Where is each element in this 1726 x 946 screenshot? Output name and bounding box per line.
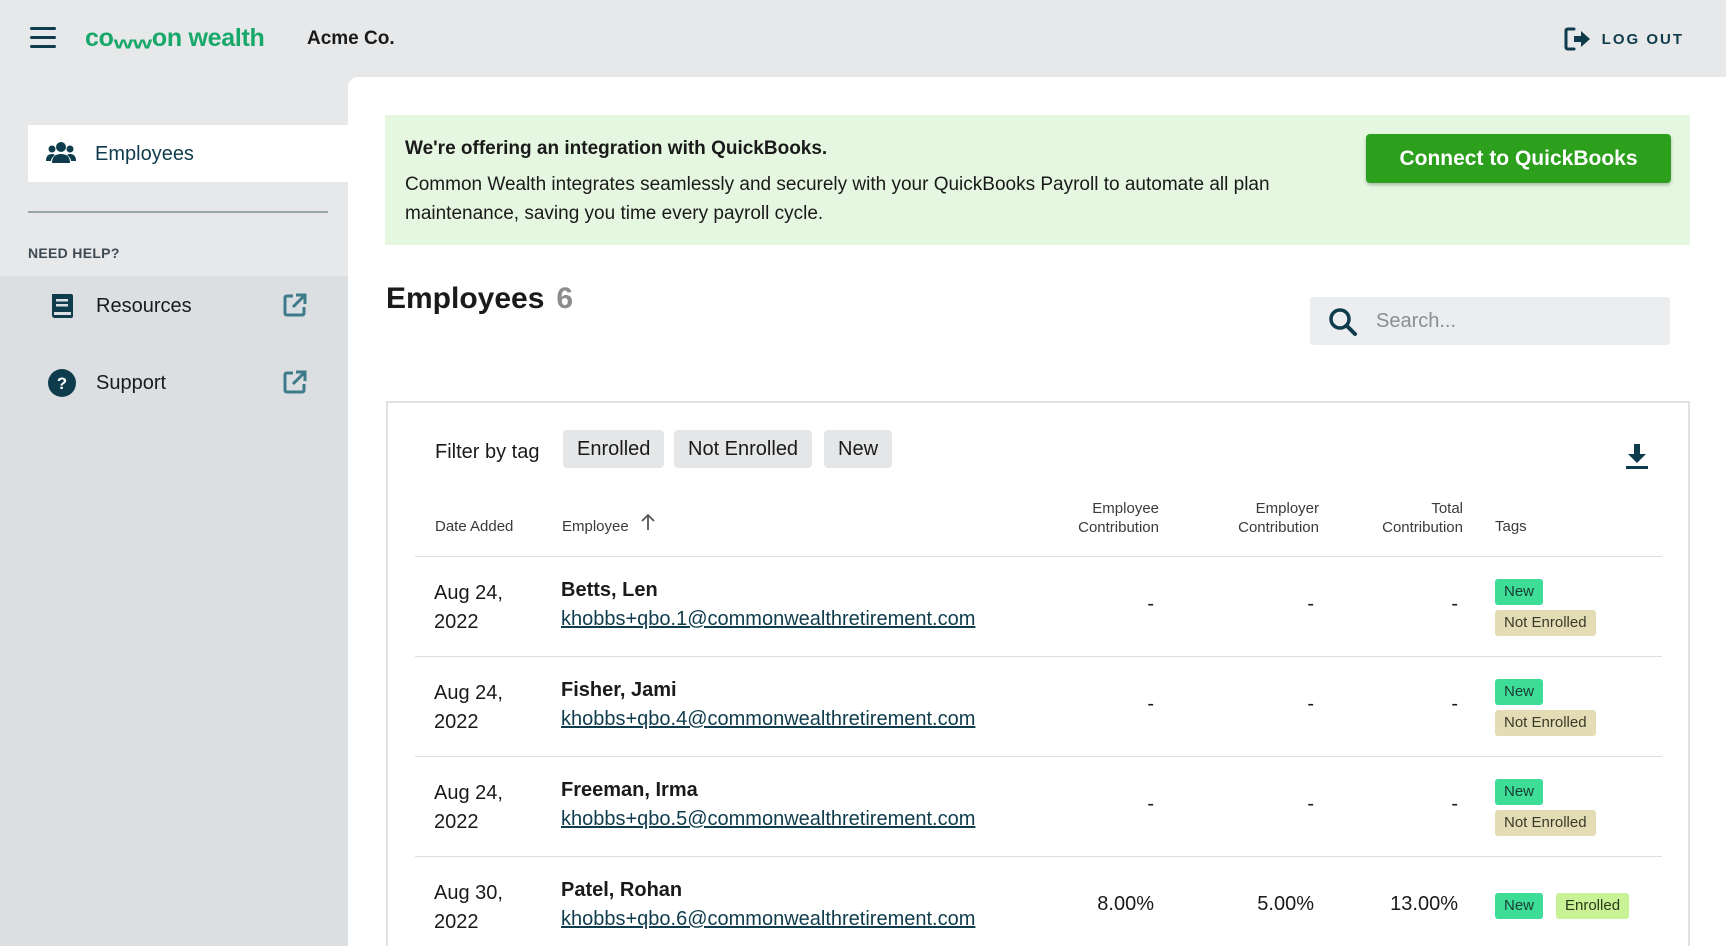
filter-chip-new[interactable]: New [824, 430, 893, 468]
employer-contribution: - [1307, 793, 1314, 815]
employee-name: Patel, Rohan [561, 879, 683, 901]
sidebar: Employees NEED HELP? Resources ? Support [0, 77, 348, 946]
book-icon [52, 294, 73, 318]
employer-contribution: - [1307, 693, 1314, 715]
total-contribution: - [1451, 593, 1458, 615]
employer-contribution: - [1307, 593, 1314, 615]
employee-contribution: - [1147, 593, 1154, 615]
quickbooks-banner: We're offering an integration with Quick… [385, 115, 1690, 245]
banner-title: We're offering an integration with Quick… [405, 138, 828, 159]
table-row[interactable]: Aug 24, 2022 Fisher, Jami khobbs+qbo.4@co… [415, 657, 1662, 757]
filter-label: Filter by tag [435, 441, 540, 463]
top-bar: cowwon wealth Acme Co. LOG OUT [0, 0, 1726, 77]
search-icon [1329, 308, 1357, 336]
question-circle-icon: ? [48, 369, 76, 397]
common-wealth-logo[interactable]: cowwon wealth [85, 24, 265, 53]
tag-enrolled: Enrolled [1556, 893, 1630, 919]
column-header-employer-contribution[interactable]: Employer Contribution [1238, 499, 1319, 537]
logout-icon [1564, 27, 1590, 51]
sidebar-divider [28, 211, 328, 213]
employee-name: Betts, Len [561, 579, 658, 601]
company-name: Acme Co. [307, 28, 395, 49]
search-input[interactable] [1376, 297, 1656, 345]
sort-ascending-icon[interactable] [641, 513, 655, 531]
total-contribution: - [1451, 793, 1458, 815]
tag-new: New [1495, 679, 1544, 705]
filter-chip-enrolled[interactable]: Enrolled [563, 430, 665, 468]
external-link-icon [283, 293, 307, 317]
table-row[interactable]: Aug 24, 2022 Freeman, Irma khobbs+qbo.5@c… [415, 757, 1662, 857]
download-icon[interactable] [1624, 442, 1650, 470]
column-header-date-added[interactable]: Date Added [435, 517, 513, 536]
hamburger-menu-icon[interactable] [30, 26, 56, 50]
date-added: Aug 24, 2022 [434, 782, 503, 833]
sidebar-item-label: Resources [96, 295, 192, 317]
column-header-employee-contribution[interactable]: Employee Contribution [1078, 499, 1159, 537]
sidebar-item-resources[interactable]: Resources [0, 281, 348, 331]
tag-not-enrolled: Not Enrolled [1495, 810, 1596, 836]
sidebar-item-support[interactable]: ? Support [0, 358, 348, 408]
date-added: Aug 24, 2022 [434, 582, 503, 633]
employee-name: Fisher, Jami [561, 679, 677, 701]
tag-not-enrolled: Not Enrolled [1495, 710, 1596, 736]
main-content: We're offering an integration with Quick… [348, 77, 1726, 946]
page-title: Employees 6 [386, 282, 574, 315]
tag-new: New [1495, 893, 1544, 919]
external-link-icon [283, 370, 307, 394]
users-icon [46, 142, 76, 163]
employee-email-link[interactable]: khobbs+qbo.1@commonwealthretirement.com [561, 608, 975, 631]
employee-email-link[interactable]: khobbs+qbo.5@commonwealthretirement.com [561, 808, 975, 831]
total-contribution: - [1451, 693, 1458, 715]
connect-quickbooks-button[interactable]: Connect to QuickBooks [1366, 134, 1671, 183]
date-added: Aug 30, 2022 [434, 882, 503, 933]
employee-contribution: - [1147, 693, 1154, 715]
employee-contribution: - [1147, 793, 1154, 815]
tag-new: New [1495, 779, 1544, 805]
sidebar-item-label: Support [96, 372, 167, 394]
employee-name: Freeman, Irma [561, 779, 698, 801]
tag-new: New [1495, 579, 1544, 605]
filter-chip-not-enrolled[interactable]: Not Enrolled [674, 430, 813, 468]
employer-contribution: 5.00% [1257, 893, 1314, 915]
svg-text:?: ? [57, 374, 67, 393]
sidebar-item-label: Employees [95, 143, 194, 165]
employee-table-card: Filter by tag Enrolled Not Enrolled New … [386, 401, 1690, 946]
total-contribution: 13.00% [1390, 893, 1458, 915]
employee-email-link[interactable]: khobbs+qbo.4@commonwealthretirement.com [561, 708, 975, 731]
tag-not-enrolled: Not Enrolled [1495, 610, 1596, 636]
employee-contribution: 8.00% [1097, 893, 1154, 915]
logout-label: LOG OUT [1601, 30, 1684, 48]
banner-body: Common Wealth integrates seamlessly and … [405, 174, 1270, 224]
date-added: Aug 24, 2022 [434, 682, 503, 733]
table-row[interactable]: Aug 24, 2022 Betts, Len khobbs+qbo.1@comm… [415, 557, 1662, 657]
column-header-total-contribution[interactable]: Total Contribution [1382, 499, 1463, 537]
sidebar-item-employees[interactable]: Employees [28, 125, 348, 182]
logout-button[interactable]: LOG OUT [1563, 26, 1684, 52]
employee-email-link[interactable]: khobbs+qbo.6@commonwealthretirement.com [561, 908, 975, 931]
search-box[interactable] [1310, 297, 1670, 345]
need-help-heading: NEED HELP? [28, 245, 120, 261]
column-header-tags: Tags [1495, 518, 1527, 535]
table-row[interactable]: Aug 30, 2022 Patel, Rohan khobbs+qbo.6@co… [415, 857, 1662, 946]
column-header-employee[interactable]: Employee [562, 517, 629, 536]
employee-count: 6 [556, 282, 574, 315]
